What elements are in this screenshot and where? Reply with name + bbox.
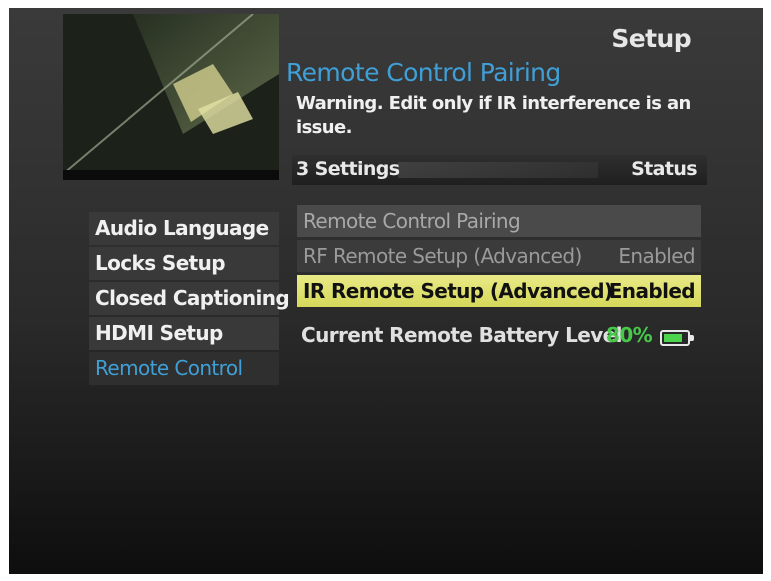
battery-nub [690, 335, 694, 341]
tv-frame: Setup Remote Control Pairing Warning. Ed… [0, 0, 771, 581]
setup-screen: Setup Remote Control Pairing Warning. Ed… [9, 8, 763, 574]
menu-item-hdmi-setup[interactable]: HDMI Setup [89, 317, 279, 350]
video-preview-thumbnail [63, 14, 279, 180]
option-remote-control-pairing[interactable]: Remote Control Pairing [297, 205, 701, 237]
preview-bottom-bar [63, 170, 279, 180]
warning-text: Warning. Edit only if IR interference is… [296, 93, 691, 138]
battery-label: Current Remote Battery Level [301, 323, 622, 347]
page-title: Setup [611, 24, 691, 53]
menu-item-locks-setup[interactable]: Locks Setup [89, 247, 279, 280]
setup-menu: Audio Language Locks Setup Closed Captio… [89, 212, 290, 387]
settings-count: 3 Settings [296, 158, 400, 180]
menu-item-label: Locks Setup [95, 251, 226, 275]
option-label: IR Remote Setup (Advanced) [303, 279, 613, 303]
menu-item-label: Closed Captioning [95, 286, 290, 310]
option-status: Enabled [618, 244, 695, 268]
remote-settings-list: Remote Control Pairing RF Remote Setup (… [297, 205, 701, 310]
settings-list-header: 3 Settings Status [292, 155, 707, 185]
battery-level-row: Current Remote Battery Level 80% [301, 323, 694, 347]
header-shade [398, 162, 598, 178]
menu-item-label: Audio Language [95, 216, 269, 240]
menu-item-remote-control[interactable]: Remote Control [89, 352, 279, 385]
option-label: RF Remote Setup (Advanced) [303, 244, 582, 268]
menu-item-label: HDMI Setup [95, 321, 223, 345]
menu-item-audio-language[interactable]: Audio Language [89, 212, 279, 245]
option-status: Enabled [608, 279, 696, 303]
menu-item-closed-captioning[interactable]: Closed Captioning [89, 282, 290, 315]
menu-item-label: Remote Control [95, 356, 243, 380]
preview-artwork [63, 14, 279, 180]
option-rf-remote-setup[interactable]: RF Remote Setup (Advanced) Enabled [297, 240, 701, 272]
section-title: Remote Control Pairing [286, 58, 561, 87]
option-ir-remote-setup[interactable]: IR Remote Setup (Advanced) Enabled [297, 275, 701, 307]
status-column-label: Status [631, 158, 698, 180]
battery-icon [660, 330, 694, 346]
option-label: Remote Control Pairing [303, 209, 521, 233]
battery-fill [664, 334, 682, 342]
battery-percent: 80% [606, 323, 653, 347]
